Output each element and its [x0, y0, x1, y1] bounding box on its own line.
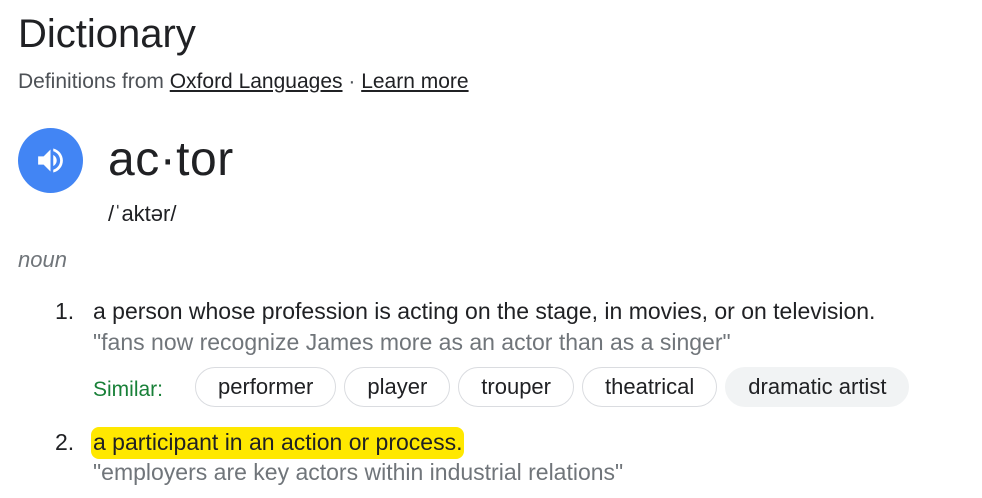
learn-more-link[interactable]: Learn more: [361, 70, 468, 93]
definition-example: "employers are key actors within industr…: [93, 459, 624, 485]
definition-example: "fans now recognize James more as an act…: [93, 329, 731, 355]
similar-chip-theatrical[interactable]: theatrical: [582, 367, 718, 407]
similar-label: Similar:: [93, 378, 164, 401]
dictionary-card: Dictionary Definitions from Oxford Langu…: [0, 0, 982, 498]
similar-chip-player[interactable]: player: [344, 367, 451, 407]
source-prefix: Definitions from: [18, 70, 170, 93]
pronunciation-button[interactable]: [18, 128, 83, 193]
similar-chips: performer player trouper theatrical dram…: [195, 367, 910, 407]
similar-chip-dramatic-artist[interactable]: dramatic artist: [725, 367, 910, 407]
similar-chip-trouper[interactable]: trouper: [458, 367, 574, 407]
definition-number: 1.: [55, 298, 75, 324]
phonetic-spelling: /ˈaktər/: [108, 201, 177, 226]
headword: ac·tor: [108, 133, 234, 186]
part-of-speech: noun: [18, 247, 67, 272]
dictionary-title: Dictionary: [18, 12, 196, 56]
highlighted-text: a participant in an action or process.: [91, 427, 465, 459]
definition-number: 2.: [55, 429, 75, 455]
definition-text: a person whose profession is acting on t…: [93, 298, 876, 324]
volume-icon: [38, 148, 63, 173]
definition-text-highlighted: a participant in an action or process.: [91, 427, 465, 459]
source-separator: ·: [342, 70, 362, 93]
similar-chip-performer[interactable]: performer: [195, 367, 337, 407]
definition-source: Definitions from Oxford Languages · Lear…: [18, 68, 469, 96]
oxford-languages-link[interactable]: Oxford Languages: [170, 70, 343, 93]
